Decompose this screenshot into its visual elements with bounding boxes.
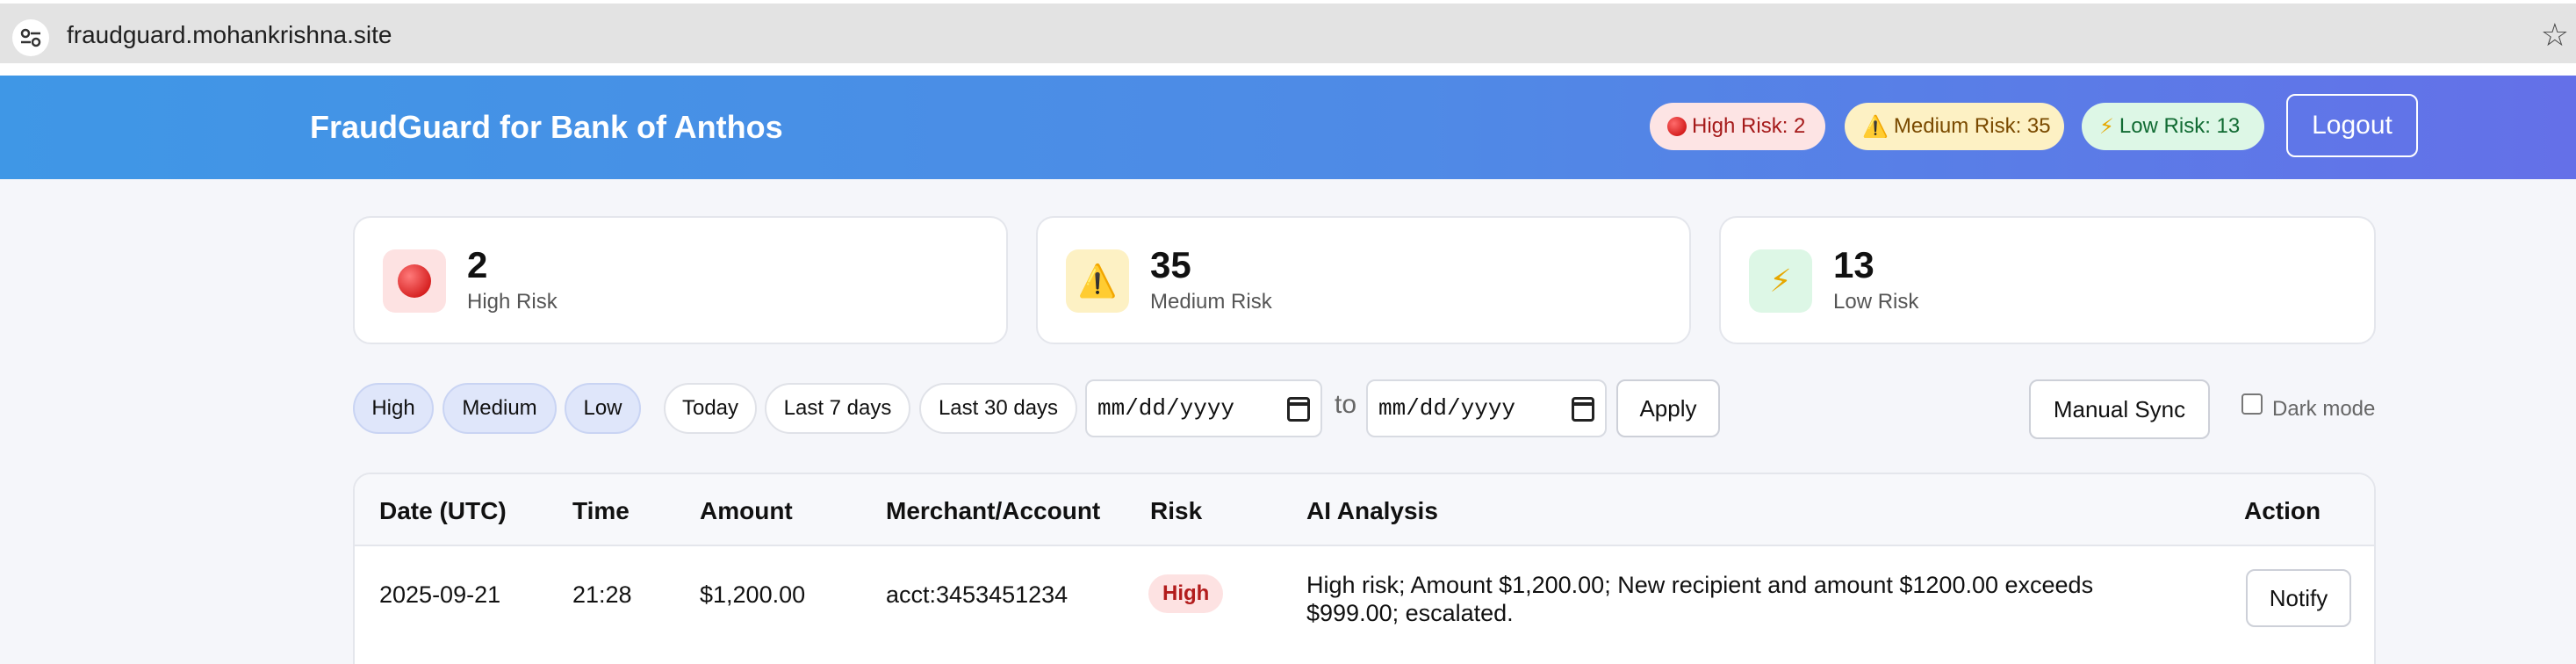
dark-mode-checkbox[interactable] <box>2241 393 2263 415</box>
range-today-button[interactable]: Today <box>664 383 757 434</box>
stat-value-medium: 35 <box>1150 244 1191 285</box>
dark-mode-label: Dark mode <box>2272 397 2376 421</box>
filter-chip-medium[interactable]: Medium <box>443 383 557 434</box>
to-date-value: mm/dd/yyyy <box>1378 395 1516 422</box>
cell-account: acct:3453451234 <box>886 581 1069 608</box>
range-30-days-button[interactable]: Last 30 days <box>919 383 1077 434</box>
url-text[interactable]: fraudguard.mohankrishna.site <box>67 21 392 49</box>
to-date-input[interactable]: mm/dd/yyyy <box>1366 379 1607 437</box>
calendar-icon[interactable] <box>1287 397 1310 422</box>
high-risk-badge-label: High Risk: 2 <box>1692 114 1806 138</box>
column-header-time: Time <box>572 497 630 524</box>
medium-risk-badge-label: Medium Risk: 35 <box>1893 114 2051 138</box>
warning-icon: ⚠️ <box>1862 114 1889 139</box>
from-date-value: mm/dd/yyyy <box>1097 395 1235 422</box>
notify-button[interactable]: Notify <box>2246 569 2351 627</box>
column-header-action: Action <box>2244 497 2321 524</box>
low-risk-badge-label: Low Risk: 13 <box>2119 114 2241 138</box>
stat-card-high: 2 High Risk <box>353 216 1008 344</box>
column-header-merchant: Merchant/Account <box>886 497 1101 524</box>
stat-label-low: Low Risk <box>1833 290 1919 314</box>
warning-icon: ⚠️ <box>1066 249 1129 313</box>
cell-amount: $1,200.00 <box>700 581 806 608</box>
from-date-input[interactable]: mm/dd/yyyy <box>1085 379 1322 437</box>
cell-time: 21:28 <box>572 581 632 608</box>
high-risk-badge: High Risk: 2 <box>1650 103 1825 150</box>
stat-value-low: 13 <box>1833 244 1874 285</box>
stat-value-high: 2 <box>467 244 488 285</box>
app-header: FraudGuard for Bank of Anthos High Risk:… <box>0 76 2576 179</box>
stat-card-low: ⚡ 13 Low Risk <box>1719 216 2376 344</box>
stat-label-medium: Medium Risk <box>1150 290 1272 314</box>
column-header-ai-analysis: AI Analysis <box>1306 497 1438 524</box>
stat-label-high: High Risk <box>467 290 558 314</box>
logout-button[interactable]: Logout <box>2286 94 2418 157</box>
filter-chip-low[interactable]: Low <box>565 383 641 434</box>
stat-card-medium: ⚠️ 35 Medium Risk <box>1036 216 1691 344</box>
manual-sync-button[interactable]: Manual Sync <box>2029 379 2210 439</box>
filter-chip-high[interactable]: High <box>353 383 434 434</box>
cell-ai-analysis: High risk; Amount $1,200.00; New recipie… <box>1306 572 2094 626</box>
lightning-icon: ⚡ <box>2099 114 2114 139</box>
column-header-risk: Risk <box>1150 497 1203 524</box>
column-header-date: Date (UTC) <box>379 497 507 524</box>
lightning-icon: ⚡ <box>1749 249 1812 313</box>
apply-button[interactable]: Apply <box>1616 379 1720 437</box>
low-risk-badge: ⚡ Low Risk: 13 <box>2082 103 2264 150</box>
column-header-amount: Amount <box>700 497 793 524</box>
address-bar[interactable]: fraudguard.mohankrishna.site ☆ <box>0 4 2576 63</box>
tune-icon[interactable] <box>12 19 49 56</box>
star-icon[interactable]: ☆ <box>2541 18 2569 53</box>
transactions-table: Date (UTC) Time Amount Merchant/Account … <box>353 473 2376 664</box>
red-circle-icon <box>1667 117 1687 136</box>
calendar-icon[interactable] <box>1572 397 1594 422</box>
risk-badge: High <box>1148 574 1224 613</box>
medium-risk-badge: ⚠️ Medium Risk: 35 <box>1845 103 2064 150</box>
red-circle-icon <box>383 249 446 313</box>
browser-bar: fraudguard.mohankrishna.site ☆ <box>0 0 2576 76</box>
table-header: Date (UTC) Time Amount Merchant/Account … <box>355 474 2374 546</box>
app-title: FraudGuard for Bank of Anthos <box>310 109 783 145</box>
date-range-to-label: to <box>1335 390 1357 419</box>
range-7-days-button[interactable]: Last 7 days <box>765 383 910 434</box>
cell-date: 2025-09-21 <box>379 581 501 608</box>
